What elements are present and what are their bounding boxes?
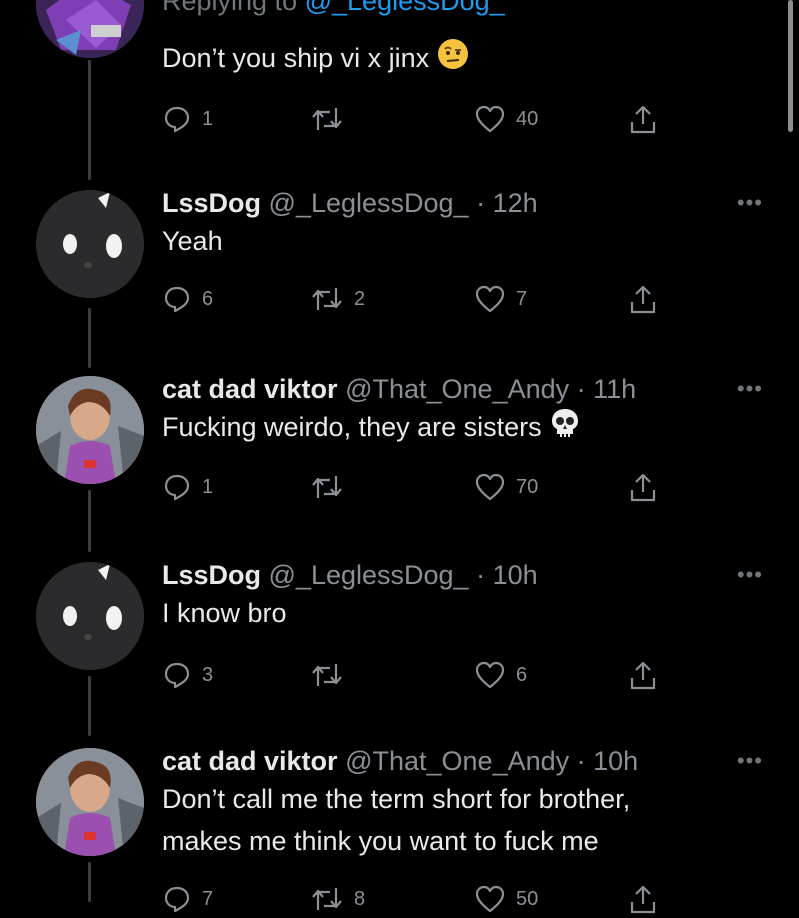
more-options-icon[interactable]: ••• [737,376,763,402]
more-options-icon[interactable]: ••• [737,190,763,216]
more-options-icon[interactable]: ••• [737,748,763,774]
like-count: 70 [516,475,539,498]
reply-button[interactable]: 7 [162,884,213,914]
display-name[interactable]: LssDog [162,188,261,218]
tweet-text-content: Don’t you ship vi x jinx [162,43,430,73]
avatar[interactable] [36,0,144,58]
share-icon [628,884,658,916]
reply-icon [162,660,192,690]
heart-icon [474,104,506,134]
retweet-icon [310,884,344,914]
thread-line [88,60,91,180]
like-button[interactable]: 6 [474,660,527,690]
replying-to: Replying to @_LeglessDog_ [162,0,729,17]
like-count: 40 [516,107,539,130]
retweet-button[interactable] [310,660,354,690]
like-button[interactable]: 40 [474,104,538,134]
reply-icon [162,472,192,502]
thread-line [88,308,91,368]
like-count: 7 [516,287,528,310]
tweet-text: I know bro [162,598,287,628]
reply-count: 3 [202,663,214,686]
thread-line [88,862,91,902]
timestamp[interactable]: · 10h [476,560,538,590]
thread-line [88,676,91,736]
replying-prefix: Replying to [162,0,298,16]
share-button[interactable] [628,884,658,916]
share-icon [628,104,658,136]
reply-count: 6 [202,287,214,310]
tweet-text: Yeah [162,226,223,256]
heart-icon [474,884,506,914]
reply-button[interactable]: 3 [162,660,213,690]
tweet-header: LssDog @_LeglessDog_ · 10h [162,558,729,592]
retweet-button[interactable]: 2 [310,284,365,314]
reply-button[interactable]: 6 [162,284,213,314]
display-name[interactable]: cat dad viktor [162,374,338,404]
tweet-text-line: Don’t call me the term short for brother… [162,784,631,814]
timestamp[interactable]: · 10h [577,746,639,776]
heart-icon [474,284,506,314]
handle[interactable]: @That_One_Andy [345,374,569,404]
reply-icon [162,284,192,314]
like-button[interactable]: 70 [474,472,538,502]
reply-icon [162,884,192,914]
tweet-header: LssDog @_LeglessDog_ · 12h [162,186,729,220]
like-button[interactable]: 50 [474,884,538,914]
heart-icon [474,660,506,690]
reply-button[interactable]: 1 [162,104,213,134]
avatar[interactable] [36,562,144,670]
share-button[interactable] [628,472,658,504]
thread-line [88,490,91,552]
skull-icon [549,407,581,451]
tweet-text-line: makes me think you want to fuck me [162,826,599,856]
retweet-count: 8 [354,887,366,910]
share-icon [628,284,658,316]
scrollbar[interactable] [788,0,793,132]
timestamp[interactable]: · 12h [476,188,538,218]
tweet-text: Fucking weirdo, they are sisters [162,406,729,451]
share-icon [628,660,658,692]
reply-button[interactable]: 1 [162,472,213,502]
display-name[interactable]: cat dad viktor [162,746,338,776]
retweet-count: 2 [354,287,366,310]
share-button[interactable] [628,660,658,692]
avatar[interactable] [36,190,144,298]
handle[interactable]: @_LeglessDog_ [269,188,469,218]
retweet-icon [310,472,344,502]
reply-icon [162,104,192,134]
display-name[interactable]: LssDog [162,560,261,590]
retweet-button[interactable]: 8 [310,884,365,914]
like-button[interactable]: 7 [474,284,527,314]
reply-count: 1 [202,475,214,498]
retweet-button[interactable] [310,104,354,134]
share-icon [628,472,658,504]
handle[interactable]: @_LeglessDog_ [269,560,469,590]
handle[interactable]: @That_One_Andy [345,746,569,776]
reply-count: 1 [202,107,214,130]
tweet-text-content: Fucking weirdo, they are sisters [162,412,542,442]
avatar[interactable] [36,376,144,484]
like-count: 50 [516,887,539,910]
like-count: 6 [516,663,528,686]
face-with-raised-eyebrow-icon [437,38,469,82]
tweet-text: Don’t you ship vi x jinx [162,37,729,82]
tweet-header: cat dad viktor @That_One_Andy · 11h [162,372,729,406]
share-button[interactable] [628,284,658,316]
retweet-button[interactable] [310,472,354,502]
retweet-icon [310,284,344,314]
avatar[interactable] [36,748,144,856]
timestamp[interactable]: · 11h [577,374,637,404]
heart-icon [474,472,506,502]
replying-handle-link[interactable]: @_LeglessDog_ [305,0,505,16]
tweet-header: cat dad viktor @That_One_Andy · 10h [162,744,729,778]
share-button[interactable] [628,104,658,136]
more-options-icon[interactable]: ••• [737,562,763,588]
retweet-icon [310,104,344,134]
retweet-icon [310,660,344,690]
reply-count: 7 [202,887,214,910]
